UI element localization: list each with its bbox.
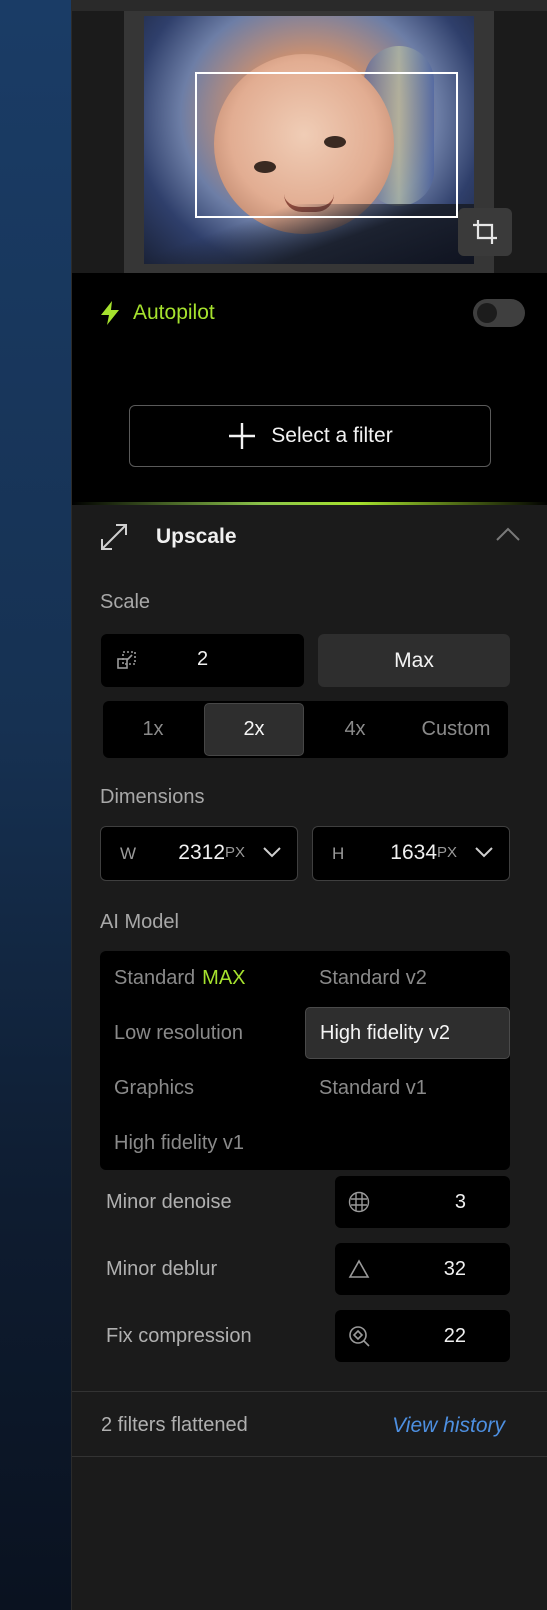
denoise-label: Minor denoise (106, 1191, 232, 1213)
dimensions-label: Dimensions (100, 786, 205, 808)
denoise-icon (348, 1191, 370, 1213)
autopilot-toggle[interactable] (473, 299, 525, 327)
model-high-fidelity-v2[interactable]: High fidelity v2 (305, 1007, 510, 1059)
select-filter-button[interactable]: Select a filter (129, 405, 491, 467)
preset-custom[interactable]: Custom (406, 703, 506, 756)
scale-label: Scale (100, 591, 151, 613)
height-field[interactable]: H 1634 PX (312, 826, 510, 881)
crop-region-box[interactable] (195, 72, 458, 218)
max-scale-button[interactable]: Max (318, 634, 510, 687)
denoise-value: 3 (454, 1191, 466, 1213)
height-value: 1634 (390, 841, 437, 864)
autopilot-section: Autopilot Select a filter (72, 273, 547, 505)
compression-icon (349, 1326, 370, 1347)
upscale-header[interactable]: Upscale (100, 519, 520, 555)
footer-divider-bottom (72, 1456, 547, 1457)
scale-value: 2 (196, 648, 209, 670)
model-standard-max[interactable]: Standard MAX (100, 952, 304, 1004)
max-badge: MAX (202, 966, 246, 989)
deblur-input[interactable]: 32 (335, 1243, 510, 1295)
autopilot-row: Autopilot (99, 293, 525, 333)
chevron-down-icon[interactable] (475, 847, 493, 858)
deblur-value: 32 (443, 1258, 466, 1280)
compression-input[interactable]: 22 (335, 1310, 510, 1362)
chevron-down-icon[interactable] (263, 847, 281, 858)
param-row-denoise: Minor denoise 3 (106, 1176, 510, 1228)
scale-input[interactable]: 2 (101, 634, 304, 687)
height-unit: PX (436, 844, 457, 861)
compression-label: Fix compression (106, 1325, 252, 1347)
preview-image (144, 16, 474, 264)
width-unit: PX (224, 844, 245, 861)
canvas-background (0, 0, 71, 1610)
chevron-up-icon[interactable] (496, 527, 520, 541)
preview-thumbnail (124, 11, 494, 273)
width-key: W (120, 844, 137, 863)
deblur-label: Minor deblur (106, 1258, 218, 1280)
compression-value: 22 (443, 1325, 466, 1347)
height-key: H (332, 844, 345, 863)
crop-icon (473, 220, 497, 244)
select-filter-label: Select a filter (271, 424, 393, 447)
model-graphics[interactable]: Graphics (100, 1062, 304, 1114)
model-high-fidelity-v1[interactable]: High fidelity v1 (100, 1117, 304, 1169)
plus-icon (229, 423, 256, 449)
autopilot-label: Autopilot (133, 301, 215, 324)
deblur-icon (348, 1259, 370, 1278)
preset-4x[interactable]: 4x (305, 703, 405, 756)
denoise-input[interactable]: 3 (335, 1176, 510, 1228)
ai-model-label: AI Model (100, 911, 179, 933)
model-standard-v2[interactable]: Standard v2 (305, 952, 509, 1004)
param-row-compression: Fix compression 22 (106, 1310, 510, 1362)
view-history-link[interactable]: View history (392, 1414, 505, 1438)
scale-preset-selector: 1x 2x 4x Custom (103, 701, 508, 758)
ai-model-grid: Standard MAX Standard v2 Low resolution H… (100, 951, 510, 1170)
model-standard-v1[interactable]: Standard v1 (305, 1062, 509, 1114)
footer-divider-top (72, 1391, 547, 1392)
width-field[interactable]: W 2312 PX (100, 826, 298, 881)
section-accent-line (72, 502, 547, 505)
lightning-icon (101, 301, 119, 325)
edit-panel: Autopilot Select a filter Upscale Scale (71, 11, 547, 1610)
expand-icon (101, 524, 127, 550)
preset-1x[interactable]: 1x (103, 703, 203, 756)
crop-button[interactable] (458, 208, 512, 256)
preset-2x[interactable]: 2x (204, 703, 304, 756)
upscale-title: Upscale (156, 525, 237, 548)
top-bar (0, 0, 547, 11)
model-low-resolution[interactable]: Low resolution (100, 1007, 304, 1059)
param-row-deblur: Minor deblur 32 (106, 1243, 510, 1295)
width-value: 2312 (178, 841, 225, 864)
flattened-filters-text: 2 filters flattened (101, 1414, 248, 1436)
